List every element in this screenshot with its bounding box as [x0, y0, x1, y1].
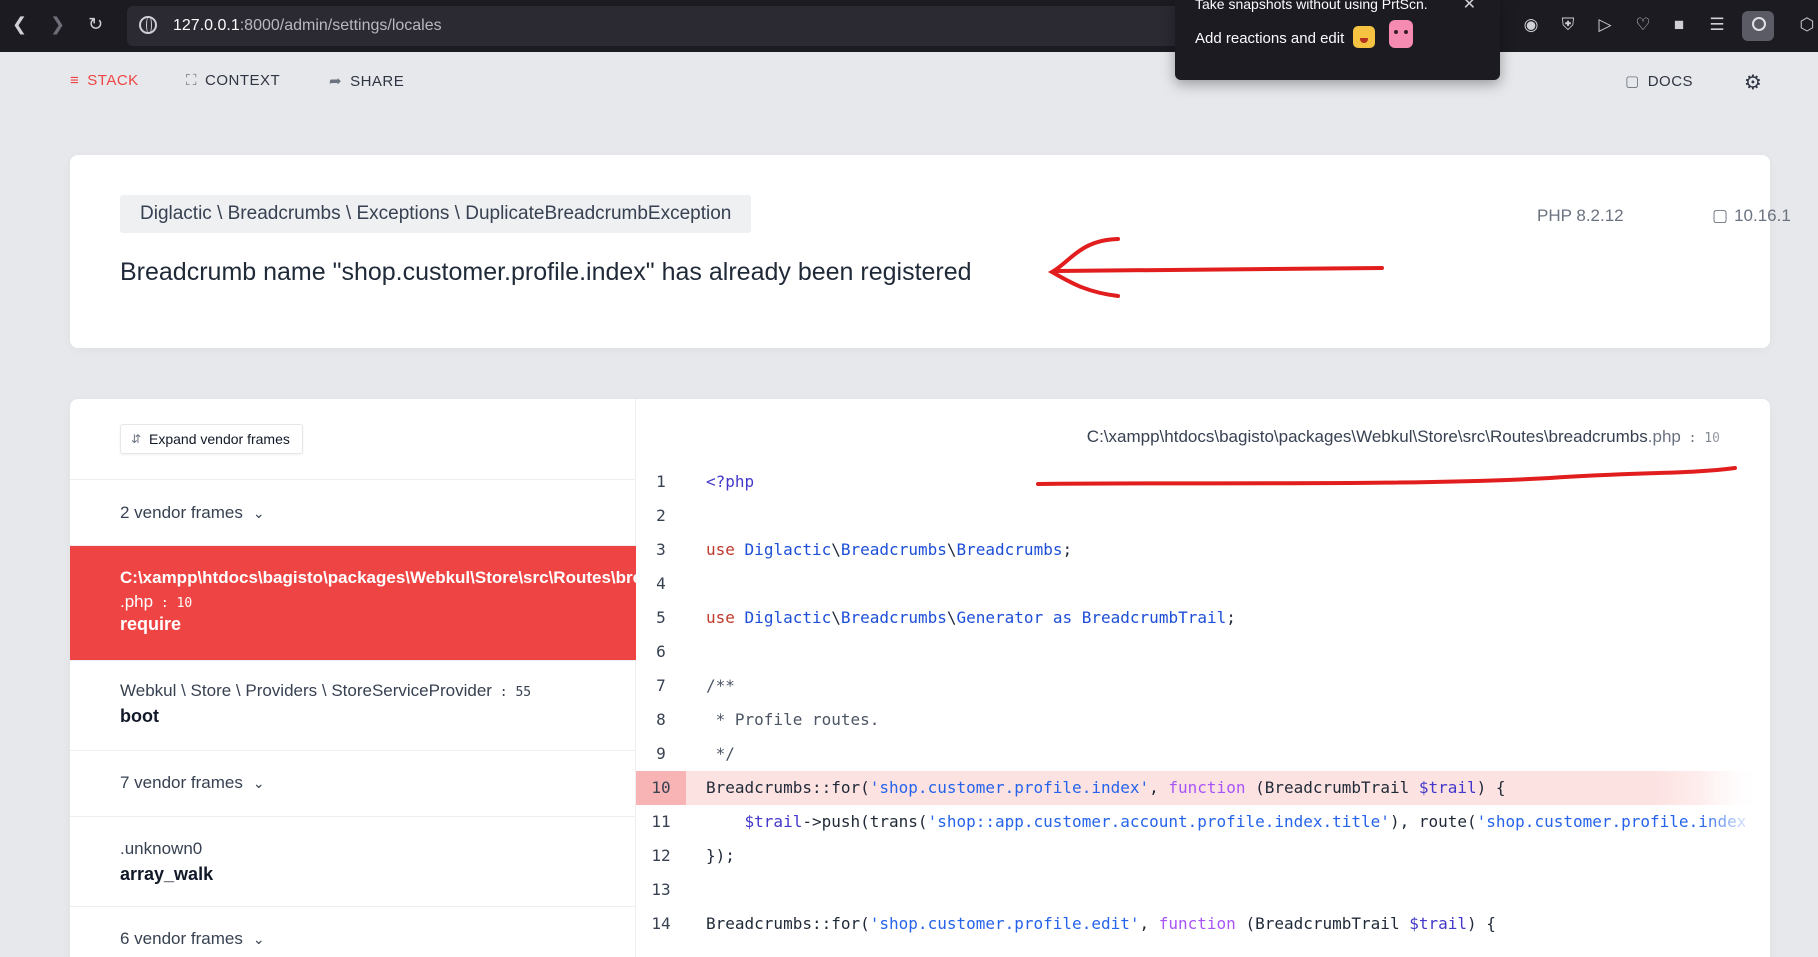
docs-link[interactable]: ▢ DOCS: [1625, 72, 1693, 90]
line-number: 13: [651, 880, 671, 899]
code-text: use Diglactic\Breadcrumbs\Breadcrumbs;: [706, 540, 1073, 559]
frame-list: ⇵ Expand vendor frames 2 vendor frames ⌄ C…: [70, 399, 723, 957]
tab-stack[interactable]: ≡ STACK: [70, 72, 139, 89]
code-text: <?php: [706, 472, 755, 491]
stack-frame-active[interactable]: C:\xampp\htdocs\bagisto\packages\Webkul\…: [70, 545, 723, 660]
extension-icon[interactable]: ■: [1668, 15, 1690, 35]
tab-context[interactable]: ⛶ CONTEXT: [186, 72, 280, 89]
line-number: 8: [656, 710, 666, 729]
expand-vendor-frames-button[interactable]: ⇵ Expand vendor frames: [120, 424, 303, 454]
url-text: 127.0.0.1:8000/admin/settings/locales: [173, 17, 442, 34]
laravel-icon: ▢: [1625, 73, 1640, 90]
vendor-frames-toggle[interactable]: 6 vendor frames ⌄: [70, 906, 636, 957]
code-line: 13: [636, 873, 1770, 907]
line-number: 10: [636, 771, 686, 805]
vendor-frames-toggle[interactable]: 7 vendor frames ⌄: [70, 750, 636, 816]
line-number: 6: [656, 642, 666, 661]
line-number: 11: [651, 812, 671, 831]
chevron-down-icon: ⌄: [252, 775, 265, 791]
code-text: Breadcrumbs::for('shop.customer.profile.…: [706, 914, 1496, 933]
menu-lines-icon[interactable]: ☰: [1706, 15, 1728, 35]
account-icon[interactable]: [1742, 11, 1774, 41]
code-text: * Profile routes.: [706, 710, 880, 729]
code-line: 9 */: [636, 737, 1770, 771]
shield-icon[interactable]: ⛨: [1557, 15, 1579, 35]
chevron-down-icon: ⌄: [252, 505, 265, 521]
exception-message: Breadcrumb name "shop.customer.profile.i…: [120, 258, 972, 286]
code-line: 8 * Profile routes.: [636, 703, 1770, 737]
close-icon[interactable]: ✕: [1463, 0, 1476, 14]
forward-icon[interactable]: ❯: [50, 14, 65, 35]
code-line: 3 use Diglactic\Breadcrumbs\Breadcrumbs;: [636, 533, 1770, 567]
error-header: Diglactic \ Breadcrumbs \ Exceptions \ D…: [70, 155, 1791, 348]
line-number: 1: [656, 472, 666, 491]
globe-icon: [139, 16, 157, 34]
stack-frame[interactable]: .unknown0 array_walk: [70, 816, 636, 906]
line-number: 7: [656, 676, 666, 695]
code-line: 7 /**: [636, 669, 1770, 703]
stack-frame[interactable]: Webkul \ Store \ Providers \ StoreServic…: [70, 660, 636, 750]
screenshot-icon[interactable]: ◉: [1520, 15, 1542, 35]
code-text: */: [706, 744, 735, 763]
line-number: 14: [651, 914, 671, 933]
code-file-path[interactable]: C:\xampp\htdocs\bagisto\packages\Webkul\…: [1087, 427, 1720, 447]
code-fade: [1700, 399, 1770, 957]
reload-icon[interactable]: ↻: [88, 14, 103, 35]
line-number: 12: [651, 846, 671, 865]
stack-icon: ≡: [70, 72, 80, 89]
cat-icon: [1389, 20, 1413, 48]
heart-icon[interactable]: ♡: [1632, 15, 1654, 35]
code-viewer: C:\xampp\htdocs\bagisto\packages\Webkul\…: [636, 399, 1770, 957]
stack-trace: ⇵ Expand vendor frames 2 vendor frames ⌄ C…: [70, 399, 1770, 957]
code-line: 11 $trail->push(trans('shop::app.custome…: [636, 805, 1770, 839]
chevron-down-icon: ⌄: [252, 931, 265, 947]
expand-icon: ⛶: [186, 72, 198, 89]
line-number: 2: [656, 506, 666, 525]
code-text: });: [706, 846, 735, 865]
address-bar[interactable]: 127.0.0.1:8000/admin/settings/locales: [127, 6, 1187, 46]
gear-icon[interactable]: ⚙: [1744, 70, 1762, 95]
popup-subtext: Add reactions and edit: [1195, 30, 1345, 47]
code-line: 12});: [636, 839, 1770, 873]
smiley-icon: [1353, 26, 1375, 48]
exception-class: Diglactic \ Breadcrumbs \ Exceptions \ D…: [120, 195, 752, 233]
code-text: use Diglactic\Breadcrumbs\Generator as B…: [706, 608, 1236, 627]
line-number: 5: [656, 608, 666, 627]
php-version: PHP 8.2.12: [1537, 206, 1624, 225]
line-number: 4: [656, 574, 666, 593]
code-line: 14 Breadcrumbs::for('shop.customer.profil…: [636, 907, 1770, 941]
back-icon[interactable]: ❮: [12, 14, 27, 35]
vendor-frames-toggle[interactable]: 2 vendor frames ⌄: [70, 479, 636, 545]
code-line: 2: [636, 499, 1770, 533]
tab-share[interactable]: ➦ SHARE: [329, 72, 404, 90]
cube-icon[interactable]: ⬡: [1796, 15, 1818, 35]
screenshot-promo-popup: Take snapshots without using PrtScn. ✕ A…: [1175, 0, 1500, 80]
code-text: /**: [706, 676, 735, 695]
code-line-highlighted: 10 Breadcrumbs::for('shop.customer.profil…: [636, 771, 1770, 805]
laravel-version: ▢ 10.16.1: [1712, 206, 1791, 225]
code-line: 1 <?php: [636, 465, 1770, 499]
code-line: 5 use Diglactic\Breadcrumbs\Generator as …: [636, 601, 1770, 635]
browser-toolbar: ❮ ❯ ↻ 127.0.0.1:8000/admin/settings/loca…: [0, 0, 1818, 52]
code-line: 6: [636, 635, 1770, 669]
code-line: 4: [636, 567, 1770, 601]
play-icon[interactable]: ▷: [1594, 15, 1616, 35]
chevron-updown-icon: ⇵: [131, 432, 142, 446]
code-text: Breadcrumbs::for('shop.customer.profile.…: [706, 778, 1506, 797]
popup-text: Take snapshots without using PrtScn.: [1195, 0, 1428, 12]
laravel-icon: ▢: [1712, 206, 1729, 225]
line-number: 3: [656, 540, 666, 559]
code-text: $trail->push(trans('shop::app.customer.a…: [744, 812, 1747, 831]
share-icon: ➦: [329, 73, 343, 90]
line-number: 9: [656, 744, 666, 763]
